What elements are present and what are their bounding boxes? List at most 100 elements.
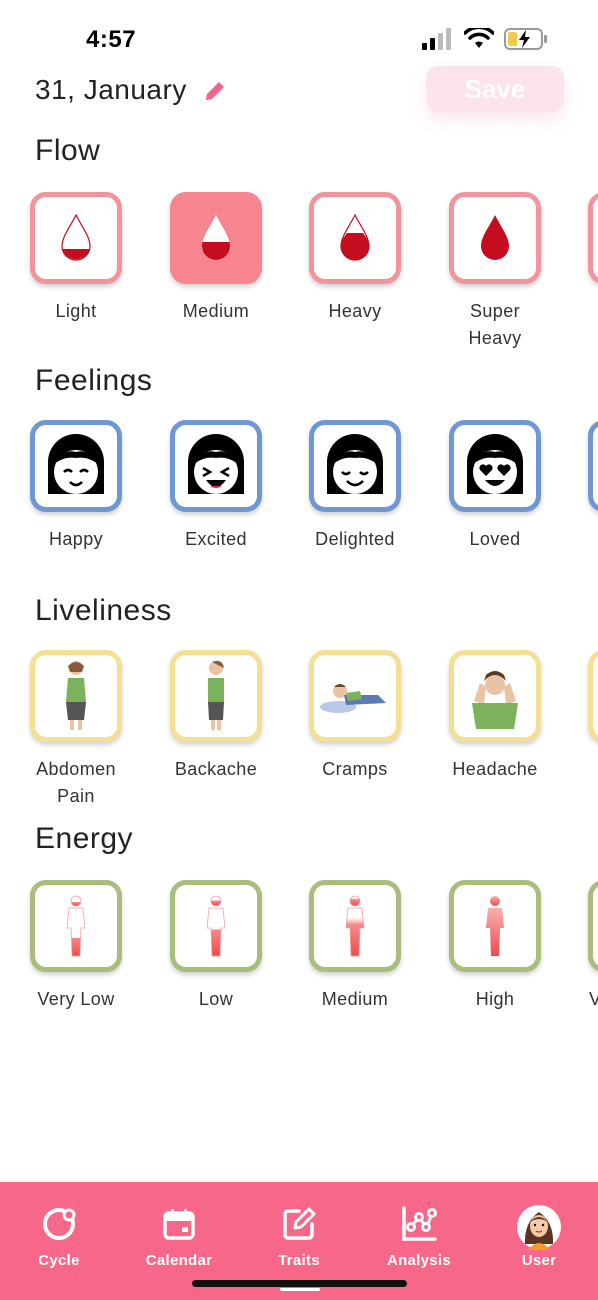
section-title: Flow — [35, 134, 101, 167]
traits-edit-icon — [279, 1204, 319, 1244]
feelings-section: Feelings Happy Excited Delighted Loved — [0, 360, 598, 590]
active-tab-indicator — [280, 1288, 320, 1291]
tab-label: Cycle — [38, 1252, 80, 1269]
energy-label: High — [475, 989, 515, 1009]
energy-option-high[interactable]: High — [435, 880, 555, 1013]
date-label[interactable]: 31, January — [35, 74, 187, 106]
energy-high-icon — [486, 896, 504, 956]
flow-tile-selected[interactable] — [170, 192, 262, 284]
feeling-option-partial[interactable] — [574, 420, 598, 512]
feeling-label: Happy — [48, 529, 104, 549]
energy-tile[interactable] — [309, 880, 401, 972]
abdomen-pain-icon — [66, 661, 86, 730]
flow-option-heavy[interactable]: Heavy — [295, 192, 415, 325]
drop-light-icon — [61, 213, 91, 261]
signal-icon — [422, 28, 451, 50]
drop-heavy-icon — [340, 213, 370, 261]
flow-tile[interactable] — [588, 192, 598, 284]
liveliness-option-headache[interactable]: Headache — [435, 650, 555, 783]
feeling-option-delighted[interactable]: Delighted — [295, 420, 415, 553]
liveliness-tile[interactable] — [588, 650, 598, 742]
flow-label: Super Heavy — [468, 301, 522, 348]
flow-tile[interactable] — [449, 192, 541, 284]
feeling-tile[interactable] — [309, 420, 401, 512]
energy-medium-icon — [345, 895, 365, 957]
flow-options-row: Light Medium Heavy Super Heavy — [0, 190, 598, 370]
analysis-chart-icon — [399, 1204, 439, 1244]
feeling-tile[interactable] — [30, 420, 122, 512]
energy-option-very-low[interactable]: Very Low — [16, 880, 136, 1013]
flow-tile[interactable] — [30, 192, 122, 284]
liveliness-label: Backache — [174, 759, 258, 779]
energy-label: Low — [198, 989, 234, 1009]
liveliness-option-cramps[interactable]: Cramps — [295, 650, 415, 783]
delighted-face-icon — [327, 434, 383, 494]
flow-option-partial[interactable] — [574, 192, 598, 284]
energy-option-partial[interactable]: V — [574, 880, 598, 1013]
feeling-option-happy[interactable]: Happy — [16, 420, 136, 553]
flow-label: Heavy — [328, 301, 382, 321]
feelings-options-row: Happy Excited Delighted Loved — [0, 420, 598, 600]
flow-section: Flow Light Medium Heavy Super Heavy — [0, 130, 598, 360]
tab-label: Analysis — [386, 1252, 452, 1269]
energy-label: Very Low — [37, 989, 115, 1009]
feeling-tile[interactable] — [588, 420, 598, 512]
flow-tile[interactable] — [309, 192, 401, 284]
tab-analysis[interactable]: Analysis — [369, 1204, 469, 1269]
flow-label: Medium — [182, 301, 250, 321]
happy-face-icon — [48, 434, 104, 494]
flow-option-medium[interactable]: Medium — [156, 192, 276, 325]
liveliness-tile[interactable] — [170, 650, 262, 742]
energy-low-icon — [206, 895, 226, 957]
feeling-label: Excited — [185, 529, 247, 549]
flow-option-light[interactable]: Light — [16, 192, 136, 325]
status-icons — [422, 28, 548, 50]
section-title: Liveliness — [35, 594, 172, 627]
tab-cycle[interactable]: Cycle — [9, 1204, 109, 1269]
liveliness-tile[interactable] — [449, 650, 541, 742]
liveliness-label: Cramps — [322, 759, 388, 779]
headache-icon — [472, 671, 518, 729]
liveliness-option-backache[interactable]: Backache — [156, 650, 276, 783]
tab-traits[interactable]: Traits — [249, 1204, 349, 1269]
liveliness-tile[interactable] — [30, 650, 122, 742]
tab-label: Traits — [278, 1252, 320, 1269]
energy-tile[interactable] — [449, 880, 541, 972]
status-time: 4:57 — [86, 26, 137, 53]
energy-option-medium[interactable]: Medium — [295, 880, 415, 1013]
feeling-label: Delighted — [315, 529, 395, 549]
liveliness-option-partial[interactable] — [574, 650, 598, 742]
liveliness-options-row: Abdomen Pain Backache Cramps Headache — [0, 650, 598, 830]
feeling-option-loved[interactable]: Loved — [435, 420, 555, 553]
feeling-option-excited[interactable]: Excited — [156, 420, 276, 553]
tab-label: Calendar — [145, 1252, 213, 1269]
feeling-tile[interactable] — [449, 420, 541, 512]
energy-tile[interactable] — [588, 880, 598, 972]
flow-option-super-heavy[interactable]: Super Heavy — [435, 192, 555, 352]
calendar-icon — [159, 1204, 199, 1244]
flow-label: Light — [55, 301, 97, 321]
header: 31, January Save — [0, 66, 598, 116]
tab-calendar[interactable]: Calendar — [129, 1204, 229, 1269]
liveliness-tile[interactable] — [309, 650, 401, 742]
energy-label: Medium — [321, 989, 389, 1009]
energy-tile[interactable] — [170, 880, 262, 972]
energy-very-low-icon — [66, 895, 86, 957]
tab-user[interactable]: User — [489, 1204, 589, 1269]
cycle-icon — [39, 1204, 79, 1244]
liveliness-option-abdomen-pain[interactable]: Abdomen Pain — [16, 650, 136, 810]
backache-icon — [208, 660, 224, 730]
home-indicator[interactable] — [192, 1280, 407, 1287]
battery-charging-icon — [504, 28, 547, 50]
energy-options-row: Very Low Low Medium High V — [0, 878, 598, 1058]
drop-medium-icon — [201, 215, 231, 260]
liveliness-label: Headache — [452, 759, 538, 779]
wifi-icon — [464, 28, 494, 48]
energy-option-low[interactable]: Low — [156, 880, 276, 1013]
section-title: Feelings — [35, 364, 153, 397]
feeling-tile[interactable] — [170, 420, 262, 512]
status-bar: 4:57 — [0, 0, 598, 70]
save-button[interactable]: Save — [426, 66, 564, 112]
edit-pencil-icon[interactable] — [202, 78, 228, 104]
energy-tile[interactable] — [30, 880, 122, 972]
